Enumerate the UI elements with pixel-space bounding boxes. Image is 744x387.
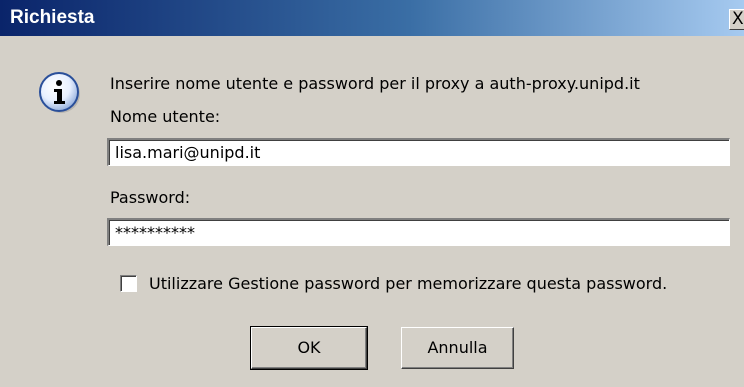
info-icon (37, 70, 83, 116)
window-title: Richiesta (10, 7, 95, 28)
ok-button[interactable]: OK (250, 326, 368, 370)
close-button[interactable]: X (729, 9, 744, 30)
password-value: ********** (115, 223, 195, 242)
username-value: lisa.mari@unipd.it (115, 143, 261, 162)
username-field[interactable]: lisa.mari@unipd.it (107, 138, 730, 166)
password-label: Password: (110, 188, 191, 207)
prompt-dialog: Richiesta X Inserire nome utente e passw… (0, 0, 744, 387)
close-icon: X (732, 9, 744, 29)
username-label: Nome utente: (110, 107, 221, 126)
remember-password-checkbox[interactable] (120, 275, 137, 292)
password-field[interactable]: ********** (107, 218, 730, 246)
remember-password-label[interactable]: Utilizzare Gestione password per memoriz… (149, 274, 667, 294)
cancel-button[interactable]: Annulla (401, 327, 514, 369)
title-bar[interactable]: Richiesta X (0, 0, 744, 36)
prompt-message: Inserire nome utente e password per il p… (110, 74, 640, 93)
